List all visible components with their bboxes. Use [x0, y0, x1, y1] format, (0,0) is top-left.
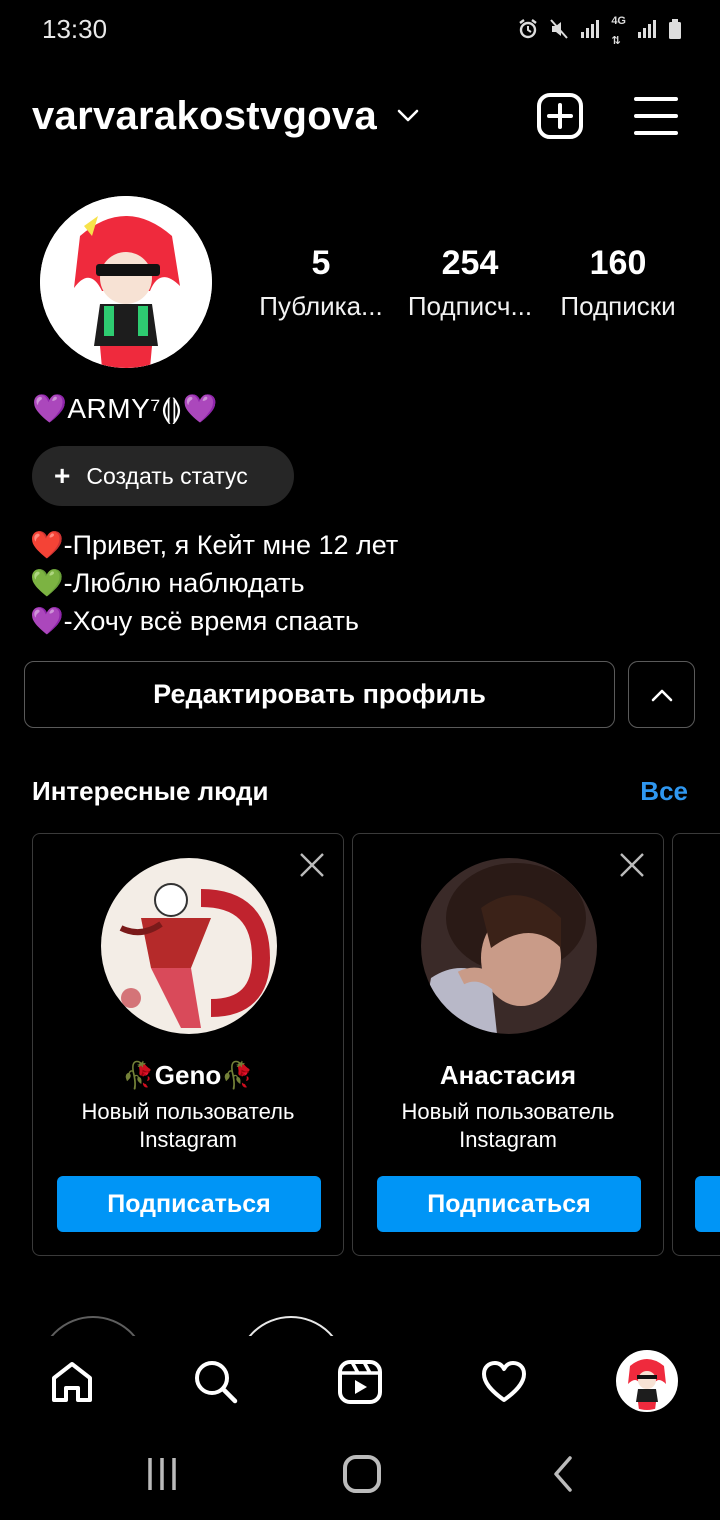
suggestion-avatar[interactable]: [421, 858, 597, 1034]
stat-following[interactable]: 160 Подписки: [548, 244, 688, 322]
network-type: 4G: [611, 15, 626, 27]
bio-line: 💜-Хочу всё время спаать: [30, 606, 359, 636]
suggestion-card[interactable]: Анастасия Новый пользователь Instagram П…: [352, 833, 664, 1256]
suggestion-avatar[interactable]: [101, 858, 277, 1034]
recent-apps-icon[interactable]: [138, 1450, 186, 1498]
back-icon[interactable]: [540, 1450, 588, 1498]
menu-icon[interactable]: [634, 94, 678, 138]
follow-button-partial[interactable]: [695, 1176, 720, 1232]
suggestion-subtitle: Новый пользователь Instagram: [33, 1098, 343, 1154]
stat-followers-label: Подписч...: [407, 291, 533, 321]
suggestion-subtitle: Новый пользователь Instagram: [353, 1098, 663, 1154]
home-icon[interactable]: [44, 1354, 100, 1410]
stat-posts-value: 5: [311, 244, 331, 282]
network-4g-icon: 4G ⇅: [611, 15, 626, 47]
subtitle-line: Instagram: [459, 1127, 557, 1152]
close-icon[interactable]: [619, 852, 645, 878]
suggestion-card[interactable]: 🥀Geno🥀 Новый пользователь Instagram Подп…: [32, 833, 344, 1256]
subtitle-line: Новый пользователь: [401, 1099, 615, 1124]
suggestions-title: Интересные люди: [32, 776, 269, 806]
edit-profile-button[interactable]: Редактировать профиль: [24, 661, 615, 728]
follow-button[interactable]: Подписаться: [377, 1176, 641, 1232]
follow-button[interactable]: Подписаться: [57, 1176, 321, 1232]
profile-avatar[interactable]: [616, 1350, 678, 1412]
profile-header: varvarakostvgova: [0, 80, 720, 156]
suggestion-card-partial[interactable]: [672, 833, 720, 1256]
stat-following-value: 160: [589, 244, 647, 282]
close-icon[interactable]: [299, 852, 325, 878]
signal-icon-2: [636, 18, 658, 45]
status-icons: 4G ⇅: [517, 15, 682, 47]
bio: ❤️-Привет, я Кейт мне 12 лет 💚-Люблю наб…: [30, 526, 398, 640]
chevron-up-icon: [651, 689, 672, 701]
create-status-label: Создать статус: [86, 462, 248, 489]
display-name: 💜ARMY⁷⟬⟭💜: [32, 393, 218, 424]
reels-icon[interactable]: [332, 1354, 388, 1410]
bio-line: ❤️-Привет, я Кейт мне 12 лет: [30, 530, 399, 560]
add-post-icon[interactable]: [536, 92, 584, 140]
create-status-button[interactable]: + Создать статус: [32, 446, 294, 506]
subtitle-line: Instagram: [139, 1127, 237, 1152]
username-switcher[interactable]: varvarakostvgova: [32, 94, 377, 139]
signal-icon: [579, 18, 601, 45]
toggle-suggestions-button[interactable]: [628, 661, 695, 728]
suggestion-name[interactable]: 🥀Geno🥀: [33, 1060, 343, 1091]
chevron-down-icon[interactable]: [396, 108, 420, 129]
see-all-link[interactable]: Все: [640, 776, 688, 807]
alarm-icon: [517, 18, 539, 45]
profile-avatar[interactable]: [40, 196, 212, 368]
stat-following-label: Подписки: [560, 291, 676, 321]
bottom-navigation: [0, 1336, 720, 1426]
subtitle-line: Новый пользователь: [81, 1099, 295, 1124]
suggestion-name[interactable]: Анастасия: [353, 1060, 663, 1091]
system-navigation: [0, 1426, 720, 1520]
status-bar: 13:30 4G ⇅: [0, 0, 720, 60]
battery-icon: [668, 18, 682, 45]
stat-followers[interactable]: 254 Подписч...: [400, 244, 540, 322]
search-icon[interactable]: [188, 1354, 244, 1410]
stat-followers-value: 254: [441, 244, 499, 282]
stat-posts[interactable]: 5 Публика...: [251, 244, 391, 322]
home-circle-icon[interactable]: [338, 1450, 386, 1498]
stat-posts-label: Публика...: [259, 291, 383, 321]
heart-icon[interactable]: [476, 1354, 532, 1410]
bio-line: 💚-Люблю наблюдать: [30, 568, 305, 598]
mute-icon: [549, 18, 569, 45]
plus-icon: +: [54, 460, 71, 491]
status-time: 13:30: [42, 14, 108, 44]
